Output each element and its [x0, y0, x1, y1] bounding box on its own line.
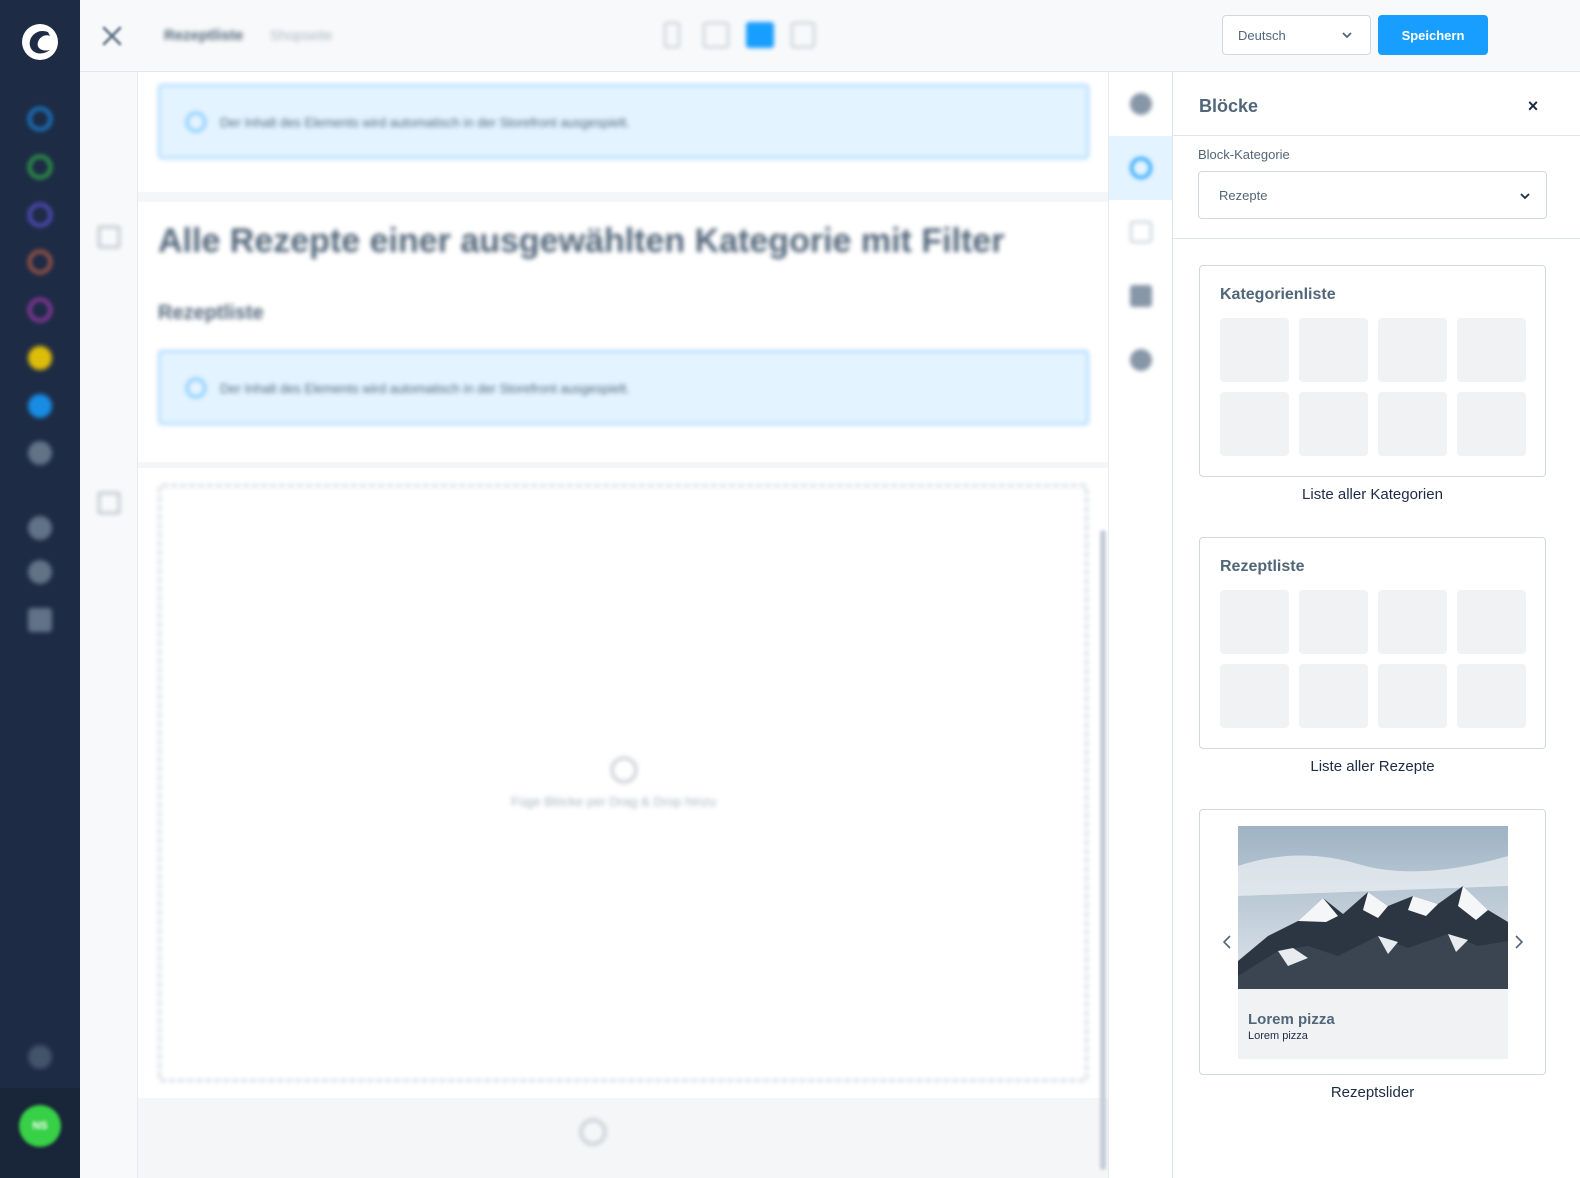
block-category-label: Block-Kategorie	[1198, 147, 1290, 162]
dashboard-icon[interactable]	[28, 107, 52, 131]
device-tablet-icon[interactable]	[703, 22, 729, 48]
rail-settings[interactable]	[1109, 72, 1173, 136]
slide-title: Lorem pizza	[1248, 1011, 1335, 1028]
dropzone-hint: Füge Blöcke per Drag & Drop hinzu	[511, 794, 717, 809]
preview-tile	[1378, 664, 1447, 728]
sales-channel-2-icon[interactable]	[28, 560, 52, 584]
preview-tile	[1220, 664, 1289, 728]
settings-icon[interactable]	[28, 441, 52, 465]
device-form-icon[interactable]	[791, 22, 815, 48]
preview-tile	[1299, 392, 1368, 456]
preview-tile	[1457, 664, 1526, 728]
preview-tile	[1220, 590, 1289, 654]
chevron-down-icon	[1520, 193, 1530, 200]
rail-layers[interactable]	[1109, 264, 1173, 328]
orders-icon[interactable]	[28, 203, 52, 227]
preview-tile	[1220, 392, 1289, 456]
rail-add-blocks[interactable]	[1109, 136, 1173, 200]
preview-tile	[1299, 664, 1368, 728]
block-preview-title: Rezeptliste	[1220, 558, 1305, 575]
preview-tile	[1299, 318, 1368, 382]
save-button[interactable]: Speichern	[1378, 15, 1488, 55]
block-preview-recipe-slider[interactable]: Lorem pizza Lorem pizza	[1199, 809, 1546, 1075]
info-icon	[186, 378, 206, 398]
panel-header: Blöcke ×	[1173, 72, 1580, 136]
sidebar-rail	[1108, 72, 1173, 1178]
block-caption: Liste aller Rezepte	[1310, 758, 1435, 775]
page-heading: Alle Rezepte einer ausgewählten Kategori…	[158, 222, 1005, 260]
chevron-left-icon[interactable]	[1220, 934, 1234, 950]
info-alert: Der Inhalt des Elements wird automatisch…	[158, 84, 1089, 159]
block-preview-category-list[interactable]: Kategorienliste	[1199, 265, 1546, 477]
preview-tile	[1220, 318, 1289, 382]
close-icon[interactable]: ×	[1523, 96, 1543, 116]
help-icon[interactable]	[28, 1045, 52, 1069]
admin-sidebar: NS	[0, 0, 80, 1178]
panel-divider	[1173, 238, 1580, 239]
device-desktop-icon[interactable]	[746, 22, 774, 48]
preview-tile	[1378, 392, 1447, 456]
edit-icon	[1130, 221, 1152, 243]
user-avatar[interactable]: NS	[19, 1105, 61, 1147]
block-category-select[interactable]: Rezepte	[1198, 171, 1547, 219]
stage-scrollbar[interactable]	[1100, 530, 1106, 1170]
cms-stage: Der Inhalt des Elements wird automatisch…	[80, 72, 1108, 1178]
language-value: Deutsch	[1238, 27, 1286, 43]
tile-grid	[1220, 590, 1526, 728]
breadcrumb-sub: Shopseite	[270, 27, 333, 43]
alert-text: Der Inhalt des Elements wird automatisch…	[220, 381, 630, 396]
share-icon	[1130, 349, 1152, 371]
shopware-logo[interactable]	[20, 22, 60, 62]
block-dropzone[interactable]: Füge Blöcke per Drag & Drop hinzu	[158, 484, 1088, 1082]
language-select[interactable]: Deutsch	[1222, 15, 1371, 55]
info-icon	[186, 112, 206, 132]
rail-share[interactable]	[1109, 328, 1173, 392]
preview-tile	[1378, 318, 1447, 382]
tile-grid	[1220, 318, 1526, 456]
add-block-icon[interactable]	[611, 757, 637, 783]
rail-edit[interactable]	[1109, 200, 1173, 264]
device-mobile-icon[interactable]	[664, 22, 680, 48]
slide-image	[1238, 826, 1508, 989]
customers-icon[interactable]	[28, 250, 52, 274]
layers-icon	[1130, 285, 1152, 307]
blocks-panel: Blöcke × Block-Kategorie Rezepte Kategor…	[1172, 72, 1580, 1178]
breadcrumb-title: Rezeptliste	[164, 27, 244, 44]
sales-channel-3-icon[interactable]	[28, 608, 52, 632]
slide-subtitle: Lorem pizza	[1248, 1030, 1308, 1042]
block-caption: Rezeptslider	[1330, 1084, 1415, 1101]
close-editor-icon[interactable]	[98, 22, 126, 50]
section-layout-icon[interactable]	[98, 226, 120, 248]
preview-tile	[1457, 392, 1526, 456]
preview-tile	[1457, 318, 1526, 382]
section-layout-icon[interactable]	[98, 492, 120, 514]
block-caption: Liste aller Kategorien	[1302, 486, 1443, 503]
block-heading: Rezeptliste	[158, 302, 264, 324]
cms-topbar: Rezeptliste Shopseite Deutsch Speichern	[80, 0, 1580, 72]
extensions-icon[interactable]	[28, 394, 52, 418]
panel-title: Blöcke	[1199, 96, 1259, 116]
block-preview-recipe-list[interactable]: Rezeptliste	[1199, 537, 1546, 749]
add-block-icon	[1130, 157, 1152, 179]
block-category-value: Rezepte	[1219, 187, 1268, 203]
info-alert: Der Inhalt des Elements wird automatisch…	[158, 350, 1089, 425]
content-icon[interactable]	[28, 298, 52, 322]
block-preview-title: Kategorienliste	[1220, 286, 1336, 303]
marketing-icon[interactable]	[28, 346, 52, 370]
catalog-icon[interactable]	[28, 155, 52, 179]
settings-icon	[1130, 93, 1152, 115]
chevron-right-icon[interactable]	[1512, 934, 1526, 950]
preview-tile	[1378, 590, 1447, 654]
add-section-icon[interactable]	[580, 1119, 606, 1145]
preview-tile	[1299, 590, 1368, 654]
alert-text: Der Inhalt des Elements wird automatisch…	[220, 115, 630, 130]
sales-channel-1-icon[interactable]	[28, 516, 52, 540]
preview-tile	[1457, 590, 1526, 654]
slide-content: Lorem pizza Lorem pizza	[1238, 989, 1508, 1059]
chevron-down-icon	[1342, 32, 1352, 39]
